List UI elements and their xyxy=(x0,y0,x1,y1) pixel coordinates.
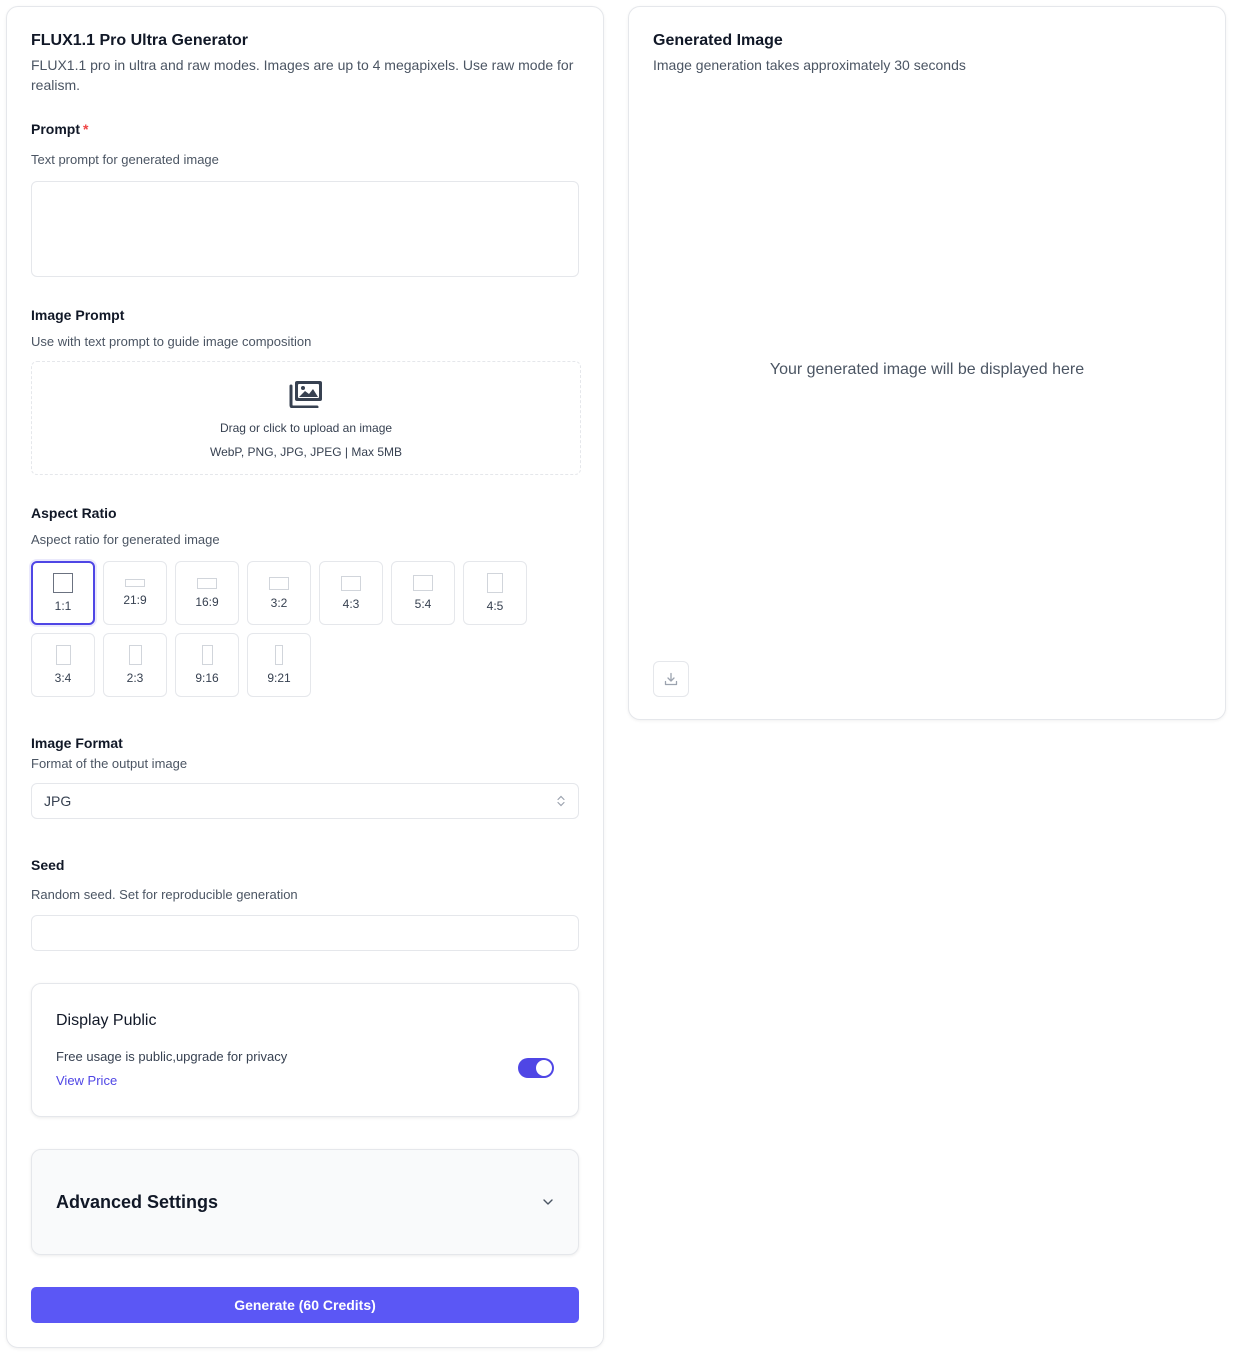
ratio-label: 3:2 xyxy=(270,595,288,610)
aspect-ratio-option-21-9[interactable]: 21:9 xyxy=(103,561,167,625)
ratio-label: 4:5 xyxy=(486,599,504,613)
aspect-ratio-option-3-2[interactable]: 3:2 xyxy=(247,561,311,625)
aspect-ratio-option-4-3[interactable]: 4:3 xyxy=(319,561,383,625)
display-public-description: Free usage is public,upgrade for privacy xyxy=(56,1049,288,1064)
seed-description: Random seed. Set for reproducible genera… xyxy=(31,887,298,902)
image-format-value: JPG xyxy=(44,793,72,809)
image-upload-dropzone[interactable]: Drag or click to upload an image WebP, P… xyxy=(31,361,581,475)
aspect-ratio-description: Aspect ratio for generated image xyxy=(31,532,220,547)
image-prompt-label: Image Prompt xyxy=(31,307,125,323)
form-title: FLUX1.1 Pro Ultra Generator xyxy=(31,32,248,49)
ratio-label: 9:16 xyxy=(195,671,219,685)
ratio-label: 9:21 xyxy=(267,671,291,685)
output-panel: Generated Image Image generation takes a… xyxy=(628,6,1226,720)
seed-label: Seed xyxy=(31,857,65,873)
seed-input[interactable] xyxy=(31,915,579,951)
ratio-label: 1:1 xyxy=(54,599,72,613)
ratio-shape xyxy=(341,575,361,591)
advanced-settings-title: Advanced Settings xyxy=(56,1191,219,1212)
ratio-shape xyxy=(413,575,433,591)
image-stack-icon xyxy=(289,381,322,408)
aspect-ratio-option-2-3[interactable]: 2:3 xyxy=(103,633,167,697)
output-title: Generated Image xyxy=(653,32,783,49)
ratio-shape xyxy=(55,645,71,665)
toggle-knob xyxy=(536,1060,552,1076)
image-format-description: Format of the output image xyxy=(31,756,188,771)
ratio-label: 5:4 xyxy=(414,597,432,611)
prompt-label-text: Prompt xyxy=(31,121,80,137)
required-mark: * xyxy=(83,121,89,137)
image-format-label: Image Format xyxy=(31,735,123,751)
aspect-ratio-option-4-5[interactable]: 4:5 xyxy=(463,561,527,625)
download-button[interactable] xyxy=(653,661,689,697)
aspect-ratio-option-5-4[interactable]: 5:4 xyxy=(391,561,455,625)
output-description: Image generation takes approximately 30 … xyxy=(653,57,966,73)
ratio-shape xyxy=(128,645,142,665)
ratio-label: 16:9 xyxy=(195,594,219,609)
image-format-select[interactable]: JPG xyxy=(31,783,579,819)
generator-form-panel: FLUX1.1 Pro Ultra Generator FLUX1.1 pro … xyxy=(6,6,604,1348)
ratio-shape xyxy=(269,576,289,590)
prompt-input[interactable] xyxy=(31,181,579,277)
prompt-label: Prompt * xyxy=(31,119,88,139)
ratio-label: 4:3 xyxy=(342,596,360,611)
chevron-up-down-icon xyxy=(557,795,565,807)
dropzone-hint: WebP, PNG, JPG, JPEG | Max 5MB xyxy=(209,445,403,459)
aspect-ratio-option-1-1[interactable]: 1:1 xyxy=(31,561,95,625)
aspect-ratio-option-9-16[interactable]: 9:16 xyxy=(175,633,239,697)
ratio-label: 3:4 xyxy=(54,671,72,685)
form-description: FLUX1.1 pro in ultra and raw modes. Imag… xyxy=(31,57,574,93)
download-icon xyxy=(664,672,678,686)
advanced-settings-accordion[interactable]: Advanced Settings xyxy=(31,1149,579,1255)
aspect-ratio-label: Aspect Ratio xyxy=(31,505,117,521)
ratio-shape xyxy=(197,577,217,589)
ratio-shape xyxy=(275,645,283,665)
aspect-ratio-option-16-9[interactable]: 16:9 xyxy=(175,561,239,625)
ratio-shape xyxy=(201,645,213,665)
output-placeholder: Your generated image will be displayed h… xyxy=(769,361,1085,378)
ratio-shape xyxy=(487,573,503,593)
aspect-ratio-option-3-4[interactable]: 3:4 xyxy=(31,633,95,697)
display-public-card: Display Public Free usage is public,upgr… xyxy=(31,983,579,1117)
ratio-label: 2:3 xyxy=(126,671,144,685)
chevron-down-icon xyxy=(543,1199,553,1205)
ratio-shape xyxy=(53,573,73,593)
prompt-description: Text prompt for generated image xyxy=(31,152,219,167)
generate-button[interactable]: Generate (60 Credits) xyxy=(31,1287,579,1323)
ratio-shape xyxy=(125,579,145,587)
aspect-ratio-option-9-21[interactable]: 9:21 xyxy=(247,633,311,697)
display-public-toggle[interactable] xyxy=(518,1058,554,1078)
view-price-link[interactable]: View Price xyxy=(56,1072,117,1090)
ratio-label: 21:9 xyxy=(123,593,147,607)
image-prompt-description: Use with text prompt to guide image comp… xyxy=(31,334,312,349)
display-public-title: Display Public xyxy=(56,1012,157,1029)
dropzone-text: Drag or click to upload an image xyxy=(219,421,393,435)
